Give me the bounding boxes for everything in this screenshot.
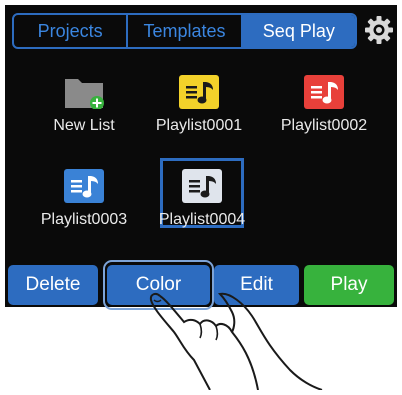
list-item-playlist0004[interactable]: Playlist0004 [142,165,262,229]
tab-bar: Projects Templates Seq Play [12,13,357,49]
tapping-hand-icon [140,288,360,395]
playlist-icon [182,169,222,203]
list-item-playlist0001[interactable]: Playlist0001 [139,71,259,135]
gear-icon[interactable] [364,15,394,45]
list-item-playlist0002[interactable]: Playlist0002 [264,71,384,135]
tab-seq-play[interactable]: Seq Play [242,15,355,47]
playlist-icon [179,75,219,109]
item-label: Playlist0002 [280,117,368,134]
tab-templates[interactable]: Templates [128,15,243,47]
delete-button[interactable]: Delete [8,265,98,305]
item-label: Playlist0003 [40,211,128,228]
playlist-icon [64,169,104,203]
playlist-icon [304,75,344,109]
list-item-playlist0003[interactable]: Playlist0003 [24,165,144,229]
item-label: New List [53,117,115,134]
tab-projects[interactable]: Projects [14,15,129,47]
device-screen: Projects Templates Seq Play New List Pla… [5,5,397,310]
folder-add-icon [64,75,104,110]
item-label: Playlist0004 [158,211,246,228]
item-label: Playlist0001 [155,117,243,134]
list-item-new-list[interactable]: New List [24,71,144,135]
